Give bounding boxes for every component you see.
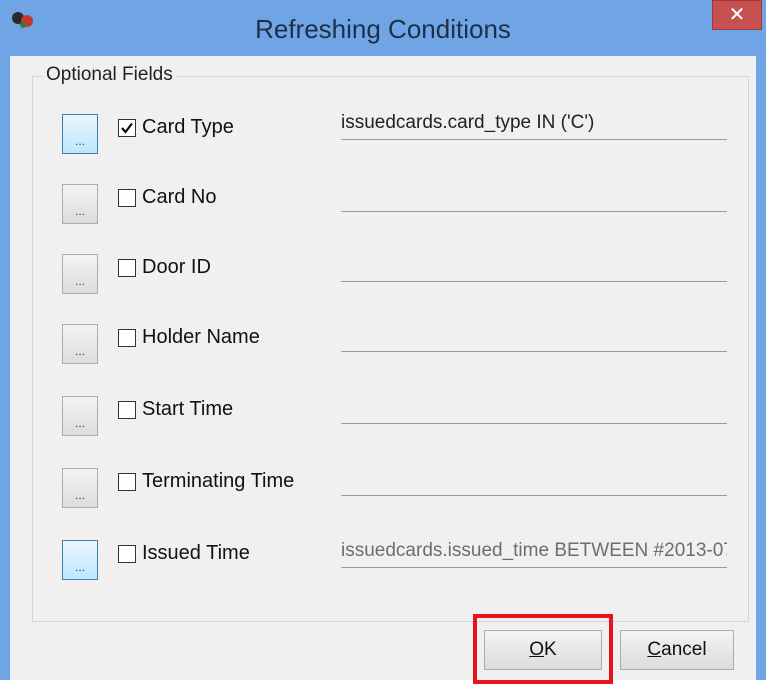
condition-field[interactable] xyxy=(341,244,727,282)
field-checkbox[interactable] xyxy=(118,401,136,419)
group-title: Optional Fields xyxy=(43,64,176,86)
dialog-window: Refreshing Conditions ✕ Optional Fields … xyxy=(0,0,766,684)
field-label: Issued Time xyxy=(142,542,250,564)
condition-field[interactable]: issuedcards.card_type IN ('C') xyxy=(341,102,727,140)
condition-field[interactable] xyxy=(341,458,727,496)
field-label: Door ID xyxy=(142,256,211,278)
condition-field[interactable]: issuedcards.issued_time BETWEEN #2013-07 xyxy=(341,530,727,568)
condition-field[interactable] xyxy=(341,174,727,212)
ok-button[interactable]: OK xyxy=(484,630,602,670)
window-title: Refreshing Conditions xyxy=(255,14,511,44)
close-icon: ✕ xyxy=(728,4,746,26)
field-picker-button[interactable]: ... xyxy=(62,184,98,224)
dialog-body: Optional Fields ... Card Type issuedcards.… xyxy=(10,56,756,684)
close-button[interactable]: ✕ xyxy=(712,0,762,30)
condition-field[interactable] xyxy=(341,386,727,424)
field-checkbox[interactable] xyxy=(118,545,136,563)
field-picker-button[interactable]: ... xyxy=(62,254,98,294)
field-checkbox[interactable] xyxy=(118,259,136,277)
field-picker-button[interactable]: ... xyxy=(62,324,98,364)
field-checkbox[interactable] xyxy=(118,119,136,137)
field-picker-button[interactable]: ... xyxy=(62,396,98,436)
title-bar[interactable]: Refreshing Conditions ✕ xyxy=(0,0,766,56)
field-label: Terminating Time xyxy=(142,470,295,492)
field-checkbox[interactable] xyxy=(118,189,136,207)
field-label: Holder Name xyxy=(142,326,260,348)
ok-mnemonic: O xyxy=(529,639,545,660)
field-picker-button[interactable]: ... xyxy=(62,540,98,580)
field-checkbox[interactable] xyxy=(118,329,136,347)
field-picker-button[interactable]: ... xyxy=(62,468,98,508)
checkmark-icon xyxy=(121,122,133,134)
field-label: Card No xyxy=(142,186,217,208)
ok-label-rest: K xyxy=(544,639,557,660)
cancel-mnemonic: C xyxy=(647,639,662,660)
cancel-button[interactable]: Cancel xyxy=(620,630,734,670)
field-checkbox[interactable] xyxy=(118,473,136,491)
condition-field[interactable] xyxy=(341,314,727,352)
cancel-label-rest: ancel xyxy=(661,639,707,660)
field-label: Card Type xyxy=(142,116,234,138)
field-label: Start Time xyxy=(142,398,234,420)
field-picker-button[interactable]: ... xyxy=(62,114,98,154)
